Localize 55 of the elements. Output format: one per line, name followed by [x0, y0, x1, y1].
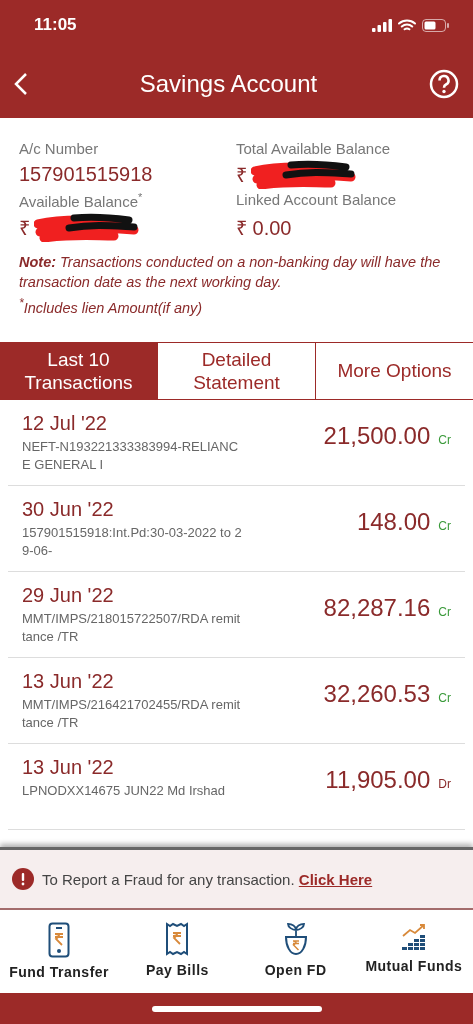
phone-rupee-icon [48, 922, 71, 958]
nav-item[interactable]: Open FD [236, 910, 355, 993]
account-number-label: A/c Number [19, 140, 100, 157]
transaction-description: NEFT-N193221333383994-RELIANCE GENERAL I [22, 437, 240, 474]
transaction-row[interactable]: 29 Jun '22 MMT/IMPS/218015722507/RDA remittance /TR 82,287.16 Cr [8, 571, 465, 658]
transaction-description: 157901515918:Int.Pd:30-03-2022 to 29-06- [22, 523, 242, 560]
total-balance-label: Total Available Balance [236, 140, 391, 157]
transaction-date: 12 Jul '22 [22, 411, 108, 435]
plant-pot-icon [282, 922, 309, 956]
credit-debit-label: Cr [438, 518, 451, 533]
transaction-description: MMT/IMPS/216421702455/RDA remittance /TR [22, 695, 242, 732]
transaction-date: 29 Jun '22 [22, 583, 115, 607]
transaction-description: MMT/IMPS/218015722507/RDA remittance /TR [22, 609, 242, 646]
footnote-text: $^{*}$Includes lien Amount(if any) [19, 296, 204, 316]
alert-icon [12, 868, 34, 890]
linked-balance-value: ₹ 0.00 [236, 215, 292, 241]
transaction-date: 13 Jun '22 [22, 669, 115, 693]
transaction-row[interactable]: 13 Jun '22 MMT/IMPS/216421702455/RDA remittance /TR 32,260.53 Cr [8, 657, 465, 744]
screen-title: Savings Account [139, 70, 318, 98]
credit-debit-label: Dr [438, 776, 451, 791]
transaction-row[interactable]: 13 Jun '22 LPNODXX14675 JUN22 Md Irshad 11,905.00 Dr [8, 743, 465, 830]
transaction-row[interactable]: 12 Jul '22 NEFT-N193221333383994-RELIANCE GENERAL I 21,500.00 Cr [8, 399, 465, 486]
transaction-description: LPNODXX14675 JUN22 Md Irshad [22, 781, 227, 800]
bill-rupee-icon [165, 922, 190, 956]
wifi-icon [398, 18, 416, 32]
back-icon[interactable] [14, 72, 28, 96]
transaction-date: 13 Jun '22 [22, 755, 115, 779]
nav-item[interactable]: Pay Bills [118, 910, 237, 993]
note-text: Note: Transactions conducted on a non-banking day will have the transaction date as the next working day. [19, 253, 442, 292]
transaction-amount: 148.00 [356, 507, 431, 536]
click-here-link[interactable]: Click Here [298, 870, 373, 888]
bar-chart-icon [400, 922, 427, 952]
tab[interactable]: Last 10 Transactions [0, 342, 158, 399]
transaction-amount: 82,287.16 [323, 593, 431, 622]
available-balance-label: Available Balance$^{*}$ [19, 191, 144, 210]
nav-item[interactable]: Mutual Funds [354, 910, 473, 993]
transaction-amount: 11,905.00 [325, 765, 431, 794]
credit-debit-label: Cr [438, 690, 451, 705]
credit-debit-label: Cr [438, 432, 451, 447]
linked-balance-label: Linked Account Balance [236, 191, 398, 210]
available-balance-value: ₹ [19, 215, 30, 241]
total-balance-value: ₹ [236, 162, 247, 188]
status-time: 11:05 [34, 15, 77, 35]
account-number: 157901515918 [19, 162, 153, 186]
fraud-report-text: To Report a Fraud for any transaction. Click Here [42, 870, 373, 888]
transaction-amount: 32,260.53 [323, 679, 431, 708]
home-indicator[interactable] [151, 1005, 322, 1012]
transaction-row[interactable]: 30 Jun '22 157901515918:Int.Pd:30-03-2022 to 29-06- 148.00 Cr [8, 485, 465, 572]
credit-debit-label: Cr [438, 604, 451, 619]
transaction-amount: 21,500.00 [323, 421, 431, 450]
signal-icon [372, 18, 392, 32]
nav-item[interactable]: Fund Transfer [0, 910, 119, 993]
transaction-date: 30 Jun '22 [22, 497, 115, 521]
battery-icon [422, 18, 449, 32]
help-icon[interactable] [429, 69, 459, 99]
